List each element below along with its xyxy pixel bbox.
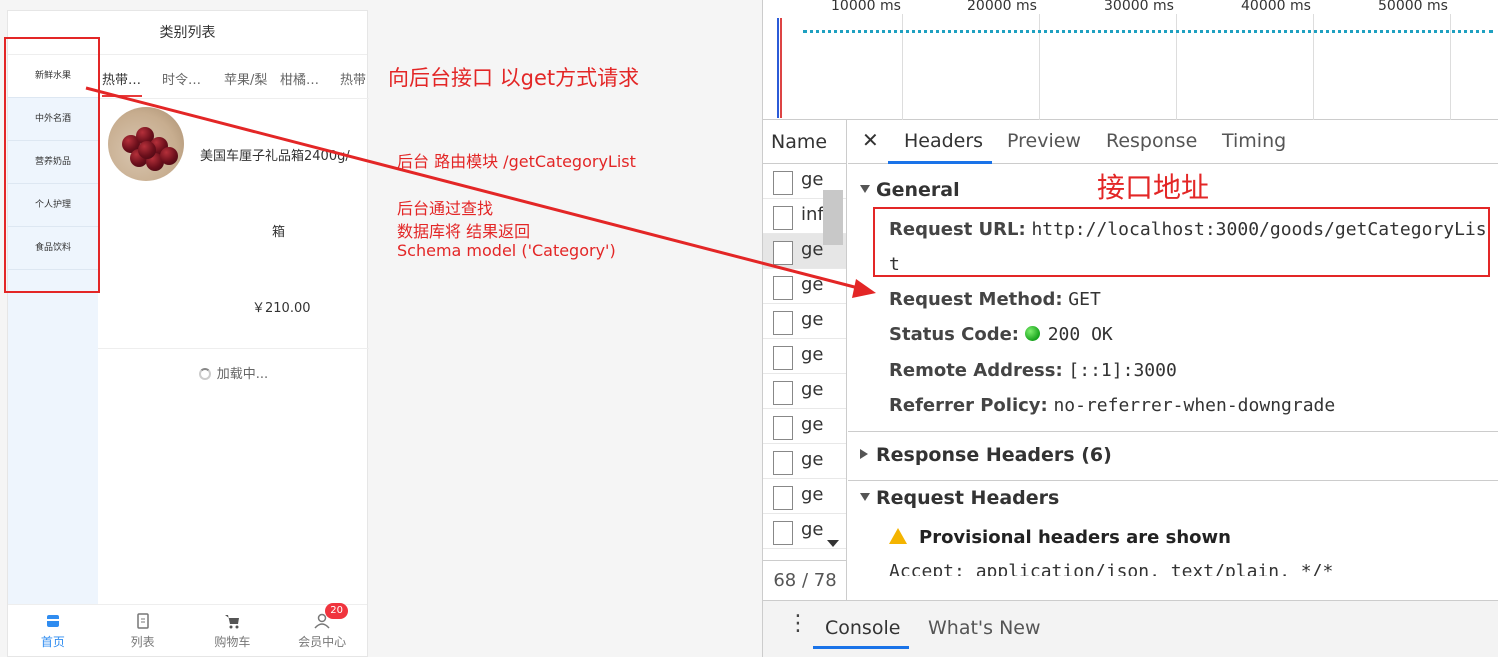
annotation-arrow (85, 86, 876, 298)
screenshot-root: 类别列表 新鲜水果 中外名酒 营养奶品 个人护理 食品饮料 热带… 时令… 苹果… (0, 0, 1498, 657)
arrowhead-icon (852, 279, 876, 298)
